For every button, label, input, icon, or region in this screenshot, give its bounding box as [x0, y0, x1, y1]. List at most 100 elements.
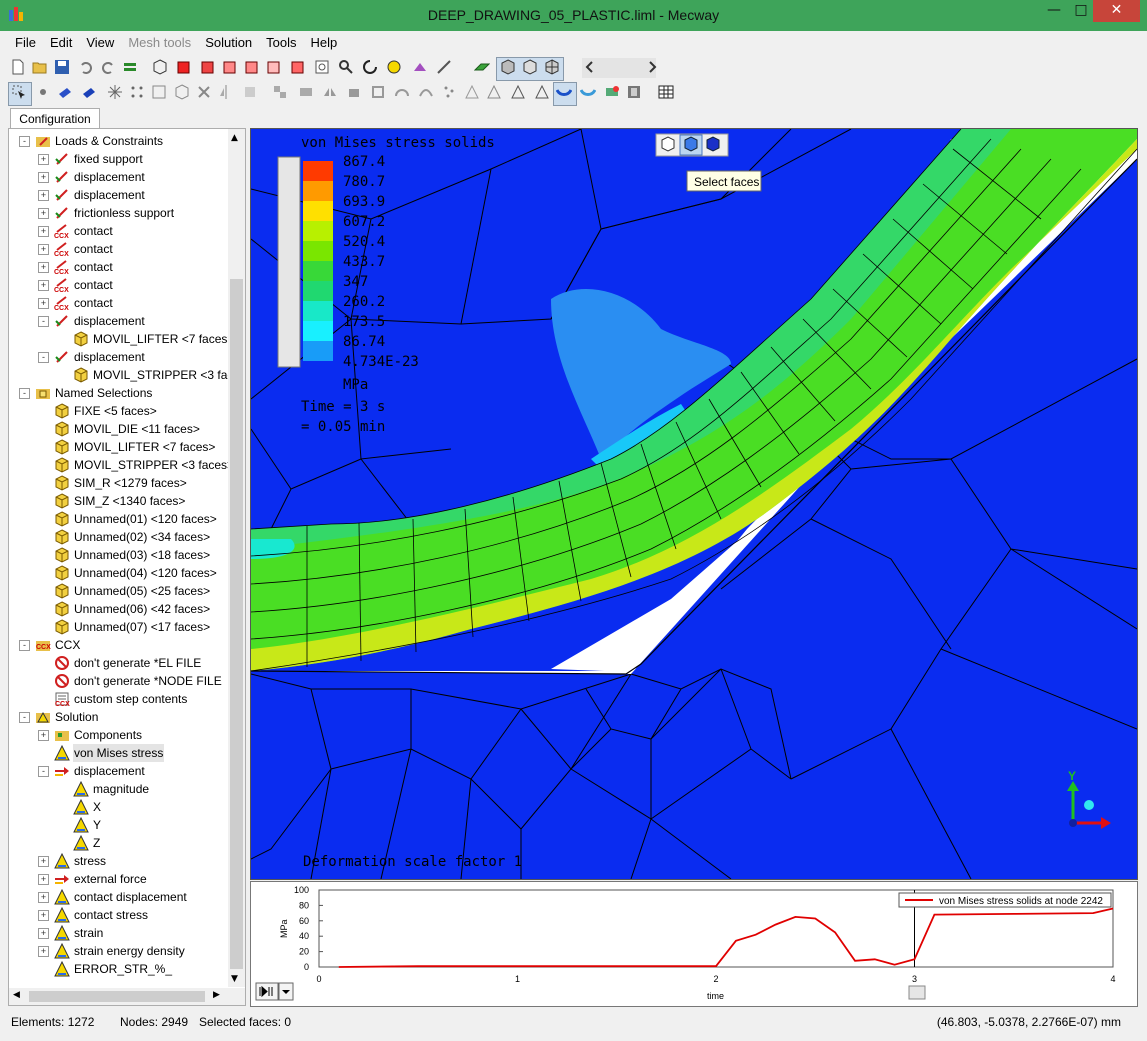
contour-smooth-icon[interactable]	[580, 84, 596, 100]
tree-item[interactable]: + CCX contact	[9, 222, 227, 240]
view-top-icon[interactable]	[266, 59, 282, 75]
save-icon[interactable]	[54, 59, 70, 75]
tree-item[interactable]: magnitude	[9, 780, 227, 798]
tree-item[interactable]: Y	[9, 816, 227, 834]
tree-item[interactable]: Unnamed(05) <25 faces>	[9, 582, 227, 600]
expand-icon[interactable]: +	[38, 226, 49, 237]
mesh-cube-icon[interactable]	[544, 59, 560, 75]
expand-icon[interactable]: +	[38, 244, 49, 255]
film-icon[interactable]	[626, 84, 642, 100]
menu-edit[interactable]: Edit	[43, 31, 79, 55]
tree-item[interactable]: FIXE <5 faces>	[9, 402, 227, 420]
zoom-box-icon[interactable]	[314, 59, 330, 75]
expand-icon[interactable]: +	[38, 298, 49, 309]
tree-item[interactable]: + frictionless support	[9, 204, 227, 222]
tab-configuration[interactable]: Configuration	[10, 108, 100, 129]
tree-item[interactable]: - displacement	[9, 348, 227, 366]
edges-cube-icon[interactable]	[522, 59, 538, 75]
select-faces-icon[interactable]	[81, 84, 97, 100]
shaded-cube-icon[interactable]	[500, 59, 516, 75]
tree-item[interactable]: + CCX contact	[9, 276, 227, 294]
wireframe-cube-icon[interactable]	[152, 59, 168, 75]
menu-solution[interactable]: Solution	[198, 31, 259, 55]
model-viewport[interactable]: von Mises stress solids 867.4 780.7 693.9 6…	[250, 128, 1138, 880]
tree-item[interactable]: Unnamed(04) <120 faces>	[9, 564, 227, 582]
tree-item[interactable]: SIM_R <1279 faces>	[9, 474, 227, 492]
collapse-icon[interactable]: -	[19, 640, 30, 651]
tree-item[interactable]: - Loads & Constraints	[9, 132, 227, 150]
zoom-icon[interactable]	[338, 59, 354, 75]
menu-tools[interactable]: Tools	[259, 31, 303, 55]
minimize-button[interactable]: —	[1039, 0, 1069, 22]
tree-item[interactable]: - CCX CCX	[9, 636, 227, 654]
tree-item[interactable]: MOVIL_DIE <11 faces>	[9, 420, 227, 438]
expand-icon[interactable]: +	[38, 262, 49, 273]
select-elements-mode-icon[interactable]	[706, 136, 720, 152]
tree-vertical-scrollbar[interactable]: ▲ ▼	[228, 129, 245, 987]
expand-icon[interactable]: +	[38, 730, 49, 741]
menu-file[interactable]: File	[8, 31, 43, 55]
tree-horizontal-scrollbar[interactable]: ◀ ▶	[9, 988, 245, 1005]
surface-icon[interactable]	[474, 59, 490, 75]
tree-item[interactable]: - displacement	[9, 762, 227, 780]
delete-icon[interactable]	[196, 84, 212, 100]
mirror-copy-icon[interactable]	[322, 84, 338, 100]
expand-icon[interactable]: +	[38, 946, 49, 957]
tree-item[interactable]: Unnamed(06) <42 faces>	[9, 600, 227, 618]
scatter-icon[interactable]	[442, 84, 458, 100]
tree-item[interactable]: + strain energy density	[9, 942, 227, 960]
tree-item[interactable]: + CCX contact	[9, 240, 227, 258]
tree-item[interactable]: + displacement	[9, 168, 227, 186]
select-icon[interactable]	[11, 84, 27, 100]
scroll-right-icon[interactable]: ▶	[213, 990, 220, 1000]
tree-item[interactable]: don't generate *NODE FILE	[9, 672, 227, 690]
menu-help[interactable]: Help	[304, 31, 345, 55]
expand-icon[interactable]: +	[38, 856, 49, 867]
expand-icon[interactable]: +	[38, 190, 49, 201]
split-icon[interactable]	[298, 84, 314, 100]
time-slider-thumb[interactable]	[908, 985, 926, 1000]
chevron-right-icon[interactable]	[644, 59, 660, 75]
tree-item[interactable]: + displacement	[9, 186, 227, 204]
view-bottom-icon[interactable]	[290, 59, 306, 75]
expand-icon[interactable]: +	[38, 874, 49, 885]
legend-slider[interactable]	[277, 156, 301, 368]
revolve-icon[interactable]	[394, 84, 410, 100]
scroll-down-icon[interactable]: ▼	[231, 974, 238, 984]
tet-icon[interactable]	[486, 84, 502, 100]
tree-item[interactable]: von Mises stress	[9, 744, 227, 762]
chevron-left-icon[interactable]	[582, 59, 598, 75]
render-icon[interactable]	[412, 59, 428, 75]
tree-item[interactable]: Unnamed(03) <18 faces>	[9, 546, 227, 564]
tree-item[interactable]: + fixed support	[9, 150, 227, 168]
tree-item[interactable]: + stress	[9, 852, 227, 870]
merge-icon[interactable]	[272, 84, 288, 100]
expand-icon[interactable]: +	[38, 208, 49, 219]
equals-icon[interactable]	[122, 59, 138, 75]
tri-icon[interactable]	[510, 84, 526, 100]
tree-item[interactable]: - displacement	[9, 312, 227, 330]
tree-item[interactable]: MOVIL_STRIPPER <3 face	[9, 366, 240, 384]
tree-item[interactable]: Unnamed(07) <17 faces>	[9, 618, 227, 636]
tree-item[interactable]: Unnamed(01) <120 faces>	[9, 510, 227, 528]
select-nodes-mode-icon[interactable]	[661, 136, 675, 152]
square-icon[interactable]	[151, 84, 167, 100]
refine-icon[interactable]	[464, 84, 480, 100]
view-front-icon[interactable]	[176, 59, 192, 75]
tree-item[interactable]: + strain	[9, 924, 227, 942]
scroll-left-icon[interactable]: ◀	[13, 990, 20, 1000]
collapse-icon[interactable]: -	[38, 352, 49, 363]
close-button[interactable]: ✕	[1093, 0, 1140, 22]
expand-icon[interactable]: +	[38, 154, 49, 165]
triangle-outline-icon[interactable]	[534, 84, 550, 100]
tree-item[interactable]: MOVIL_LIFTER <7 faces>	[9, 330, 234, 348]
tree-item[interactable]: + contact displacement	[9, 888, 227, 906]
select-faces-mode-icon[interactable]	[684, 136, 698, 152]
tree-item[interactable]: SIM_Z <1340 faces>	[9, 492, 227, 510]
probe-icon[interactable]	[436, 59, 452, 75]
maximize-button[interactable]: □	[1066, 0, 1096, 22]
select-nodes-icon[interactable]	[35, 84, 51, 100]
collapse-icon[interactable]: -	[38, 316, 49, 327]
shell-icon[interactable]	[370, 84, 386, 100]
tree-item[interactable]: - Solution	[9, 708, 227, 726]
